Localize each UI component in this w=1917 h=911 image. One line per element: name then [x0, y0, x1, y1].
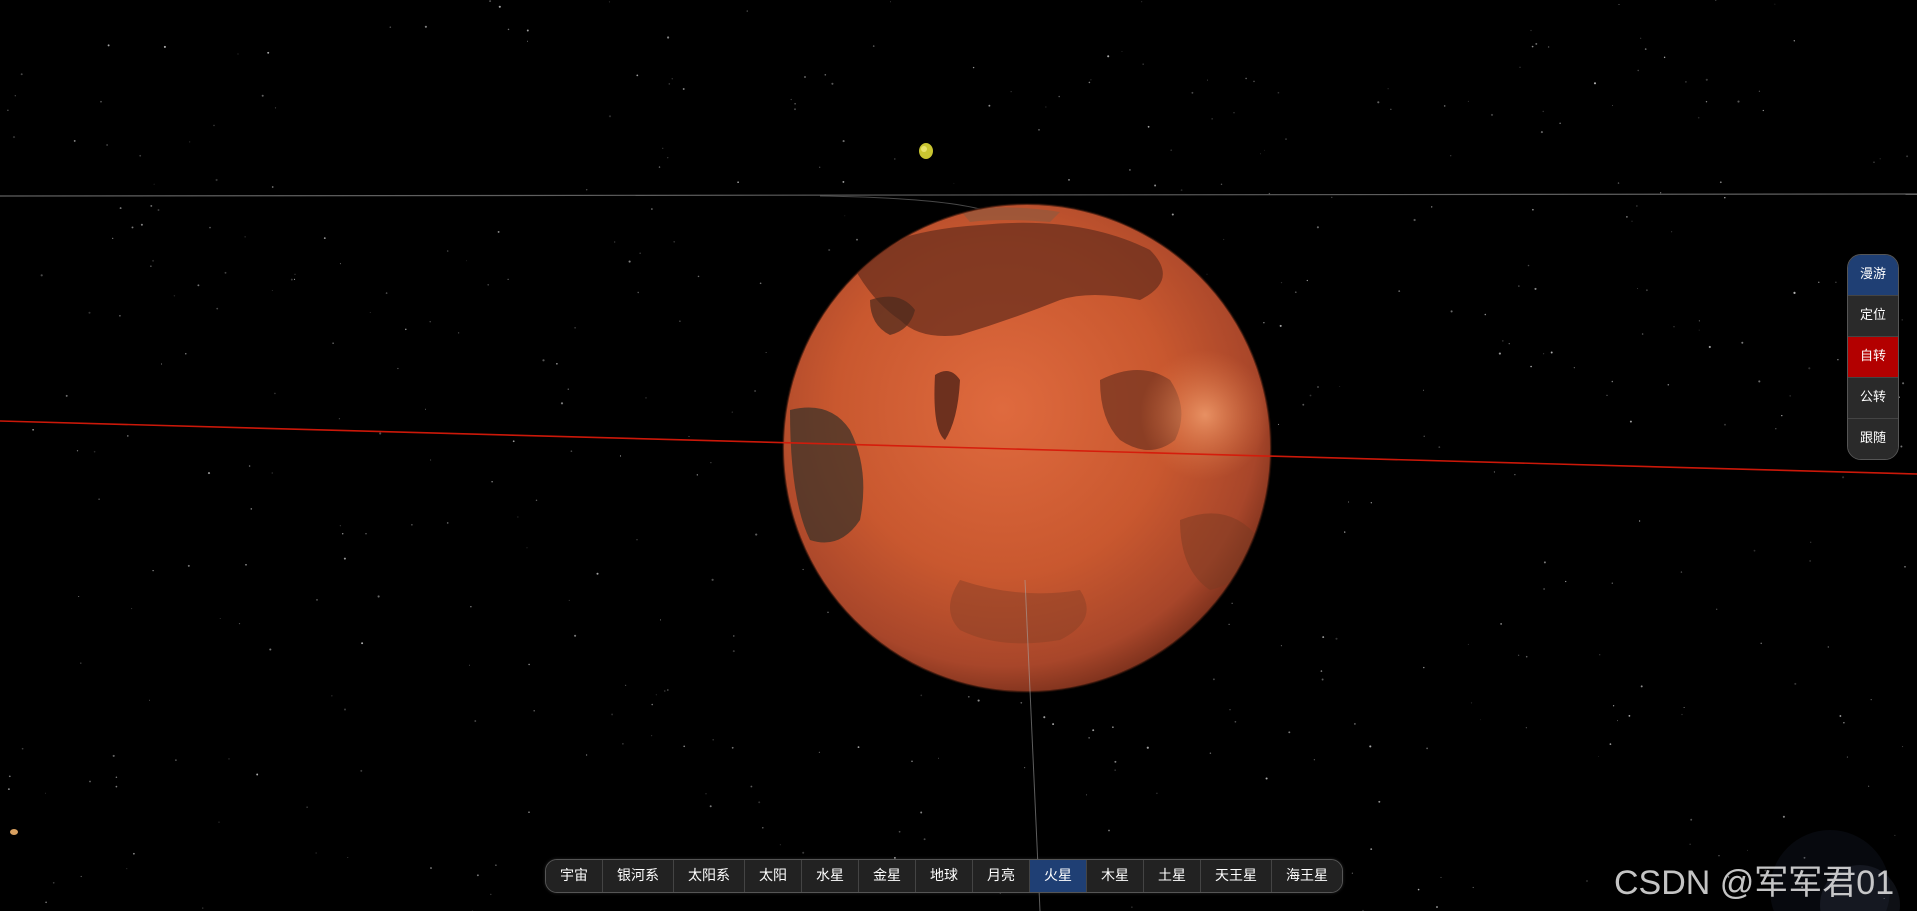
- nav-saturn[interactable]: 土星: [1144, 860, 1201, 892]
- revolution-toggle[interactable]: 公转: [1848, 378, 1898, 419]
- outer-orbit-line: [0, 193, 1917, 197]
- nav-earth[interactable]: 地球: [916, 860, 973, 892]
- nav-moon[interactable]: 月亮: [973, 860, 1030, 892]
- view-mode-panel: 漫游 定位 自转 公转 跟随: [1847, 254, 1899, 460]
- watermark-text: CSDN @军军君01: [1614, 864, 1895, 902]
- nav-sun[interactable]: 太阳: [745, 860, 802, 892]
- rotation-toggle[interactable]: 自转: [1848, 337, 1898, 378]
- nav-milky-way[interactable]: 银河系: [603, 860, 674, 892]
- nav-universe[interactable]: 宇宙: [546, 860, 603, 892]
- roam-button[interactable]: 漫游: [1848, 255, 1898, 296]
- celestial-body-nav: 宇宙 银河系 太阳系 太阳 水星 金星 地球 月亮 火星 木星 土星 天王星 海…: [545, 859, 1343, 893]
- follow-toggle[interactable]: 跟随: [1848, 419, 1898, 459]
- distant-planet: [10, 829, 18, 835]
- nav-neptune[interactable]: 海王星: [1272, 860, 1342, 892]
- scene-objects: [0, 143, 1917, 911]
- nav-venus[interactable]: 金星: [859, 860, 916, 892]
- nav-mercury[interactable]: 水星: [802, 860, 859, 892]
- space-scene-canvas[interactable]: [0, 0, 1917, 911]
- nav-jupiter[interactable]: 木星: [1087, 860, 1144, 892]
- nav-uranus[interactable]: 天王星: [1201, 860, 1272, 892]
- nav-mars[interactable]: 火星: [1030, 860, 1087, 892]
- nav-solar-system[interactable]: 太阳系: [674, 860, 745, 892]
- locate-button[interactable]: 定位: [1848, 296, 1898, 337]
- orbit-curve: [819, 195, 991, 213]
